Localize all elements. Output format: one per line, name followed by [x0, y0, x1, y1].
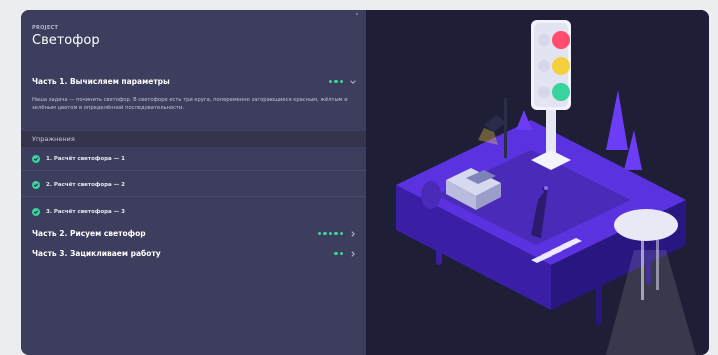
part-1-progress-dots — [328, 79, 343, 84]
progress-dot — [334, 79, 338, 84]
project-sidebar: PROJECT Светофор Часть 1. Вычисляем пара… — [21, 10, 366, 355]
exercise-label: 2. Расчёт светофора — 2 — [46, 182, 125, 188]
yellow-light-icon — [552, 57, 570, 75]
red-light-icon — [552, 31, 570, 49]
green-light-icon — [552, 83, 570, 101]
project-title: Светофор — [32, 33, 100, 48]
traffic-light-scene-illustration — [396, 20, 696, 355]
check-icon — [32, 155, 40, 163]
part-1-description: Наша задача — починить светофор. В свето… — [32, 97, 348, 111]
project-label: PROJECT — [32, 25, 59, 31]
part-3-progress-dots — [334, 251, 343, 256]
project-card: PROJECT Светофор Часть 1. Вычисляем пара… — [21, 10, 709, 355]
progress-dot — [339, 231, 343, 236]
part-2-title: Часть 2. Рисуем светофор — [32, 229, 146, 238]
progress-dot — [339, 251, 343, 256]
check-icon — [32, 207, 40, 216]
exercise-label: 1. Расчёт светофора — 1 — [46, 156, 125, 162]
illustration-panel — [366, 10, 709, 355]
exercises-header: Упражнения — [21, 131, 366, 147]
exercise-item[interactable]: 3. Расчёт светофора — 3 — [21, 200, 366, 223]
part-1-header[interactable]: Часть 1. Вычисляем параметры — [32, 77, 357, 86]
progress-dot — [323, 231, 327, 236]
part-2-header[interactable]: Часть 2. Рисуем светофор — [32, 229, 357, 238]
part-3-title: Часть 3. Зацикливаем работу — [32, 249, 161, 258]
check-icon — [32, 181, 40, 189]
part-3-header[interactable]: Часть 3. Зацикливаем работу — [32, 249, 357, 258]
part-1-title: Часть 1. Вычисляем параметры — [32, 77, 170, 86]
progress-dot — [328, 79, 332, 84]
progress-dot — [334, 231, 338, 236]
exercise-item[interactable]: 2. Расчёт светофора — 2 — [21, 174, 366, 197]
progress-dot — [339, 79, 343, 84]
chevron-right-icon[interactable] — [349, 250, 357, 258]
progress-dot — [328, 231, 332, 236]
exercise-label: 3. Расчёт светофора — 3 — [46, 208, 125, 215]
progress-dot — [334, 251, 338, 256]
exercise-item[interactable]: 1. Расчёт светофора — 1 — [21, 148, 366, 171]
progress-dot — [317, 231, 321, 236]
chevron-right-icon[interactable] — [349, 230, 357, 238]
menu-dot-icon[interactable] — [356, 13, 358, 15]
chevron-down-icon[interactable] — [349, 78, 357, 86]
part-2-progress-dots — [317, 231, 343, 236]
